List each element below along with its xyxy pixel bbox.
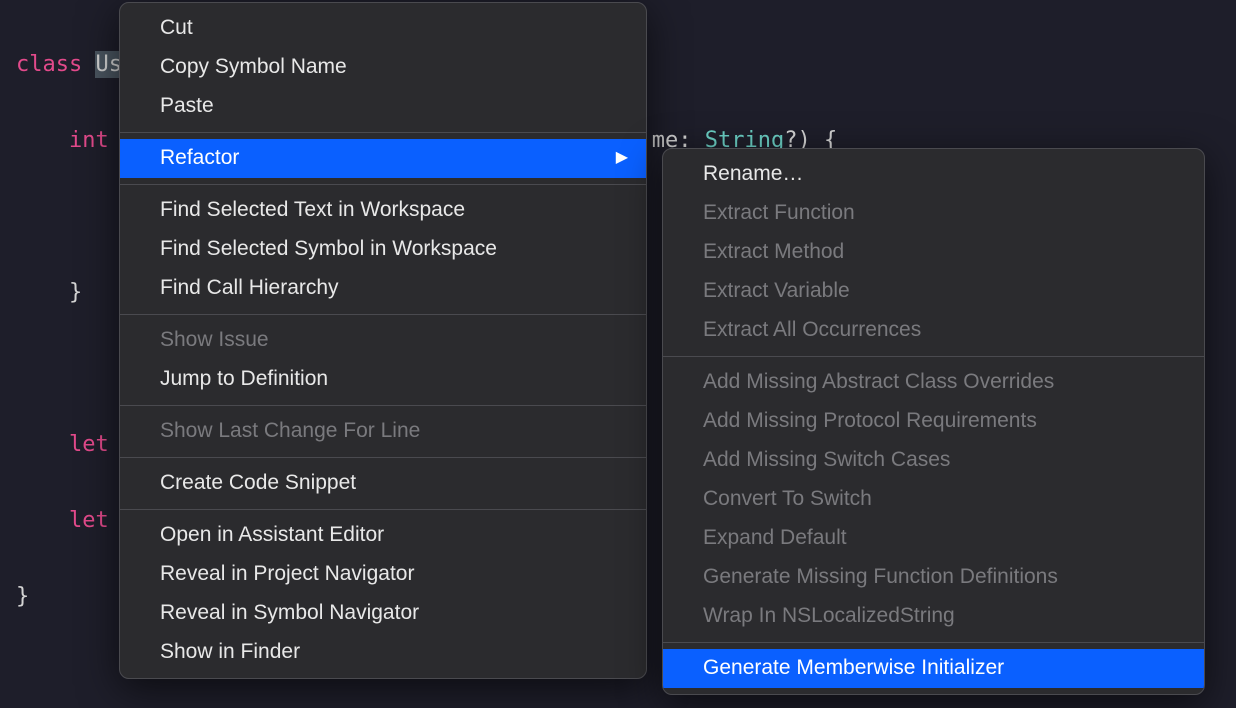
menu-item-generate-memberwise[interactable]: Generate Memberwise Initializer	[663, 649, 1204, 688]
menu-label: Find Selected Symbol in Workspace	[160, 234, 497, 264]
menu-label: Create Code Snippet	[160, 468, 356, 498]
menu-item-jump-def[interactable]: Jump to Definition	[120, 360, 646, 399]
menu-item-reveal-project-nav[interactable]: Reveal in Project Navigator	[120, 555, 646, 594]
menu-item-rename[interactable]: Rename…	[663, 155, 1204, 194]
menu-item-find-hierarchy[interactable]: Find Call Hierarchy	[120, 269, 646, 308]
menu-label: Generate Missing Function Definitions	[703, 562, 1058, 592]
menu-label: Extract Variable	[703, 276, 850, 306]
menu-item-extract-variable: Extract Variable	[663, 272, 1204, 311]
menu-label: Rename…	[703, 159, 803, 189]
menu-label: Expand Default	[703, 523, 847, 553]
menu-label: Paste	[160, 91, 214, 121]
menu-label: Add Missing Protocol Requirements	[703, 406, 1037, 436]
menu-separator	[120, 509, 646, 510]
menu-separator	[663, 356, 1204, 357]
menu-label: Find Call Hierarchy	[160, 273, 339, 303]
keyword-let: let	[16, 432, 109, 457]
menu-item-refactor[interactable]: Refactor ▶	[120, 139, 646, 178]
menu-separator	[120, 405, 646, 406]
menu-label: Add Missing Abstract Class Overrides	[703, 367, 1054, 397]
menu-separator	[120, 184, 646, 185]
menu-item-add-abstract: Add Missing Abstract Class Overrides	[663, 363, 1204, 402]
menu-item-convert-switch: Convert To Switch	[663, 480, 1204, 519]
menu-item-reveal-symbol-nav[interactable]: Reveal in Symbol Navigator	[120, 594, 646, 633]
context-menu-refactor: Rename… Extract Function Extract Method …	[662, 148, 1205, 695]
menu-item-open-assistant[interactable]: Open in Assistant Editor	[120, 516, 646, 555]
menu-separator	[663, 642, 1204, 643]
menu-item-show-last-change: Show Last Change For Line	[120, 412, 646, 451]
menu-item-wrap-ns: Wrap In NSLocalizedString	[663, 597, 1204, 636]
code-fragment: int	[16, 128, 109, 153]
menu-label: Extract All Occurrences	[703, 315, 921, 345]
menu-item-extract-all: Extract All Occurrences	[663, 311, 1204, 350]
menu-label: Show Last Change For Line	[160, 416, 420, 446]
menu-label: Extract Method	[703, 237, 844, 267]
menu-label: Add Missing Switch Cases	[703, 445, 950, 475]
menu-item-extract-method: Extract Method	[663, 233, 1204, 272]
menu-item-find-text[interactable]: Find Selected Text in Workspace	[120, 191, 646, 230]
menu-label: Cut	[160, 13, 193, 43]
menu-label: Wrap In NSLocalizedString	[703, 601, 955, 631]
menu-label: Find Selected Text in Workspace	[160, 195, 465, 225]
keyword-class: class	[16, 52, 82, 77]
keyword-let: let	[16, 508, 109, 533]
menu-item-show-finder[interactable]: Show in Finder	[120, 633, 646, 672]
menu-item-paste[interactable]: Paste	[120, 87, 646, 126]
menu-label: Show Issue	[160, 325, 269, 355]
menu-item-copy-symbol[interactable]: Copy Symbol Name	[120, 48, 646, 87]
menu-item-generate-missing: Generate Missing Function Definitions	[663, 558, 1204, 597]
menu-label: Jump to Definition	[160, 364, 328, 394]
menu-item-show-issue: Show Issue	[120, 321, 646, 360]
menu-item-add-protocol: Add Missing Protocol Requirements	[663, 402, 1204, 441]
menu-label: Convert To Switch	[703, 484, 872, 514]
menu-separator	[120, 457, 646, 458]
selected-text: Us	[95, 51, 122, 78]
menu-item-cut[interactable]: Cut	[120, 9, 646, 48]
menu-separator	[120, 314, 646, 315]
menu-label: Reveal in Symbol Navigator	[160, 598, 419, 628]
menu-item-extract-function: Extract Function	[663, 194, 1204, 233]
menu-item-create-snippet[interactable]: Create Code Snippet	[120, 464, 646, 503]
menu-label: Show in Finder	[160, 637, 300, 667]
menu-label: Copy Symbol Name	[160, 52, 347, 82]
menu-item-add-switch: Add Missing Switch Cases	[663, 441, 1204, 480]
chevron-right-icon: ▶	[616, 143, 628, 173]
menu-separator	[120, 132, 646, 133]
menu-item-find-symbol[interactable]: Find Selected Symbol in Workspace	[120, 230, 646, 269]
menu-label: Extract Function	[703, 198, 855, 228]
menu-label: Open in Assistant Editor	[160, 520, 384, 550]
menu-item-expand-default: Expand Default	[663, 519, 1204, 558]
context-menu-main: Cut Copy Symbol Name Paste Refactor ▶ Fi…	[119, 2, 647, 679]
menu-label: Generate Memberwise Initializer	[703, 653, 1004, 683]
menu-label: Reveal in Project Navigator	[160, 559, 414, 589]
menu-label: Refactor	[160, 143, 239, 173]
